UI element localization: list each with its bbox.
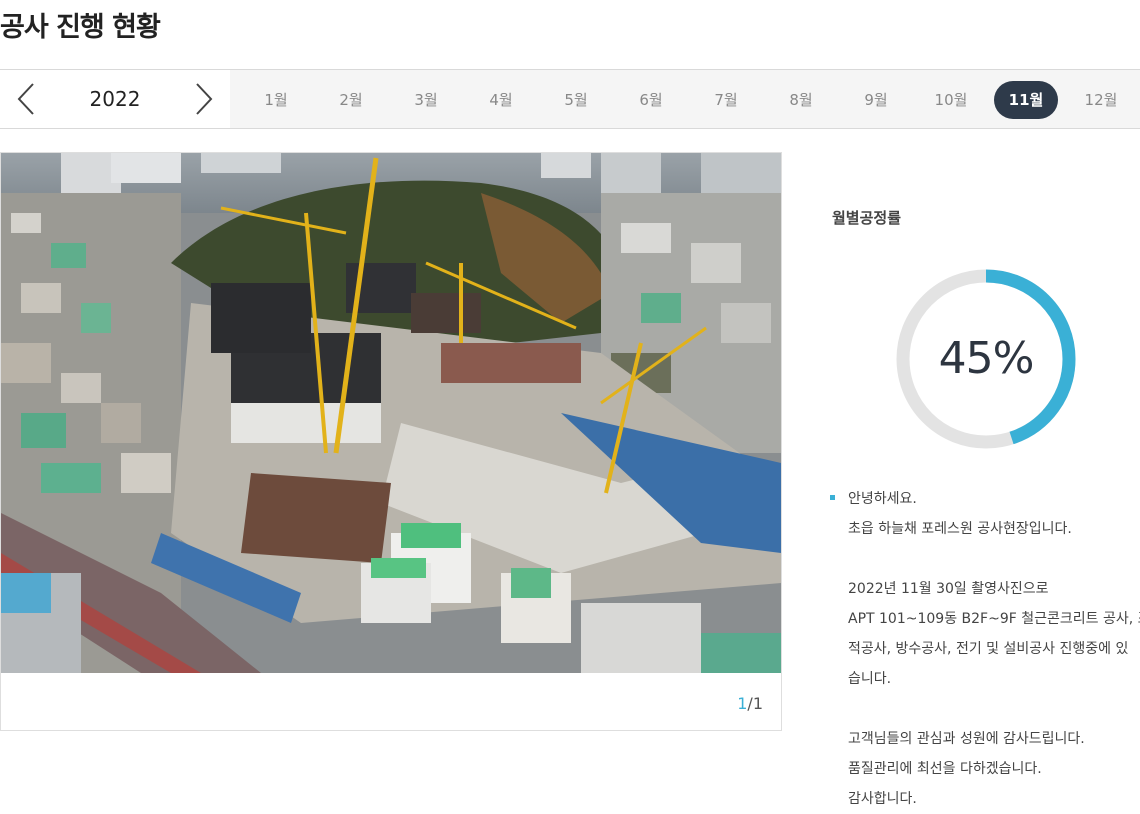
month-tab-5[interactable]: 5월 — [544, 81, 608, 119]
month-tab-4[interactable]: 4월 — [469, 81, 533, 119]
gallery-pager: 1/1 — [737, 694, 763, 713]
notice-line — [848, 544, 1140, 574]
notice-line: 습니다. — [848, 671, 892, 687]
monthly-progress-title: 월별공정률 — [832, 209, 902, 227]
notice-line: 안녕하세요. — [848, 491, 917, 507]
pager-current: 1 — [737, 694, 748, 713]
month-tab-1[interactable]: 1월 — [244, 81, 308, 119]
construction-site-photo — [1, 153, 781, 673]
month-tab-2[interactable]: 2월 — [319, 81, 383, 119]
month-tab-12[interactable]: 12월 — [1069, 81, 1133, 119]
month-tabs: 1월 2월 3월 4월 5월 6월 7월 8월 9월 10월 11월 12월 — [230, 70, 1140, 128]
page-title: 공사 진행 현황 — [0, 12, 161, 43]
notice-line: 2022년 11월 30일 촬영사진으로 — [848, 581, 1049, 597]
year-label: 2022 — [89, 87, 141, 111]
next-year-button[interactable] — [186, 80, 222, 118]
month-tab-6[interactable]: 6월 — [619, 81, 683, 119]
notice-line: 초읍 하늘채 포레스원 공사현장입니다. — [848, 521, 1072, 537]
month-tab-7[interactable]: 7월 — [694, 81, 758, 119]
notice-line: APT 101~109동 B2F~9F 철근콘크리트 공사, 조 — [848, 611, 1140, 627]
notice-lines: 안녕하세요. 초읍 하늘채 포레스원 공사현장입니다. 2022년 11월 30일 … — [848, 484, 1140, 814]
prev-year-button[interactable] — [8, 80, 44, 118]
month-tab-11[interactable]: 11월 — [994, 81, 1058, 119]
photo-gallery: 1/1 — [0, 152, 782, 731]
pager-total: 1 — [752, 694, 763, 713]
month-tab-10[interactable]: 10월 — [919, 81, 983, 119]
notice-line: 감사합니다. — [848, 791, 917, 807]
month-tab-8[interactable]: 8월 — [769, 81, 833, 119]
notice-line — [848, 694, 1140, 724]
notice-line: 고객님들의 관심과 성원에 감사드립니다. — [848, 731, 1085, 747]
notice-text: 안녕하세요. 초읍 하늘채 포레스원 공사현장입니다. 2022년 11월 30일 … — [830, 484, 1140, 814]
month-tab-9[interactable]: 9월 — [844, 81, 908, 119]
month-tab-3[interactable]: 3월 — [394, 81, 458, 119]
notice-line: 품질관리에 최선을 다하겠습니다. — [848, 761, 1042, 777]
chevron-right-icon — [196, 83, 213, 115]
date-selector-bar: 2022 1월 2월 3월 4월 5월 6월 7월 8월 9월 10월 11월 12월 — [0, 69, 1140, 129]
year-navigator: 2022 — [0, 70, 230, 128]
bullet-icon — [830, 495, 835, 500]
chevron-left-icon — [17, 83, 34, 115]
progress-percent-label: 45% — [938, 333, 1035, 384]
notice-line: 적공사, 방수공사, 전기 및 설비공사 진행중에 있 — [848, 641, 1129, 657]
